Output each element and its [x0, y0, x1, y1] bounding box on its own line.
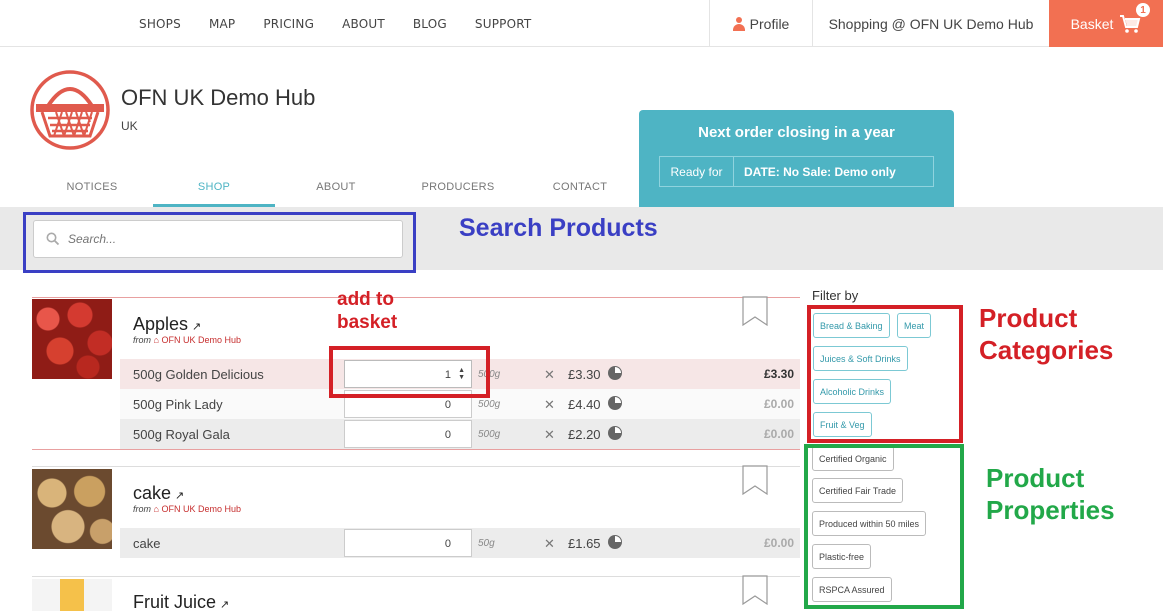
tab-producers[interactable]: PRODUCERS — [397, 172, 519, 207]
profile-link[interactable]: Profile — [709, 0, 813, 47]
variant-total: £0.00 — [763, 536, 794, 550]
product-source: from ⌂ OFN UK Demo Hub — [133, 335, 241, 345]
add-to-basket-annotation-box — [329, 346, 490, 398]
price-breakdown-icon[interactable] — [608, 535, 622, 549]
variant-total: £0.00 — [763, 427, 794, 441]
external-link-icon[interactable]: ↗ — [192, 321, 201, 333]
multiply-icon: ✕ — [544, 427, 555, 442]
categories-annotation-label: Product Categories — [979, 303, 1114, 365]
multiply-icon: ✕ — [544, 397, 555, 412]
ready-for-label: Ready for — [660, 157, 734, 186]
variant-price: £2.20 — [568, 427, 601, 442]
variant-total: £3.30 — [763, 367, 794, 381]
from-hub-link[interactable]: OFN UK Demo Hub — [161, 504, 241, 514]
variant-row: 500g Royal Gala 0 500g ✕ £2.20 £0.00 — [120, 419, 800, 449]
nav-support[interactable]: SUPPORT — [475, 17, 532, 31]
quantity-value: 0 — [444, 538, 451, 550]
basket-button[interactable]: Basket 1 — [1049, 0, 1163, 47]
hub-tabs: NOTICES SHOP ABOUT PRODUCERS CONTACT — [31, 172, 641, 207]
from-label: from — [133, 504, 151, 514]
order-cycle-panel: Next order closing in a year Ready for D… — [639, 110, 954, 207]
variant-name: cake — [133, 536, 161, 551]
categories-annotation-box — [807, 305, 963, 443]
product-name-text: cake — [133, 483, 172, 503]
properties-annotation-label: Product Properties — [986, 463, 1115, 525]
from-label: from — [133, 335, 151, 345]
product-divider — [32, 576, 800, 577]
tab-shop[interactable]: SHOP — [153, 172, 275, 207]
hub-name: OFN UK Demo Hub — [121, 85, 316, 110]
properties-annotation-box — [804, 444, 964, 609]
product-name[interactable]: Apples ↗ — [133, 314, 201, 335]
search-annotation-box — [23, 212, 416, 273]
top-navigation: SHOPS MAP PRICING ABOUT BLOG SUPPORT Pro… — [0, 0, 1163, 47]
distributor-icon: ⌂ — [153, 335, 159, 345]
basket-count-badge: 1 — [1136, 3, 1150, 17]
variant-name: 500g Royal Gala — [133, 427, 230, 442]
hub-country: UK — [121, 119, 138, 133]
order-closing-title: Next order closing in a year — [698, 124, 895, 141]
price-breakdown-icon[interactable] — [608, 366, 622, 380]
tab-contact[interactable]: CONTACT — [519, 172, 641, 207]
ready-for-value[interactable]: DATE: No Sale: Demo only — [734, 157, 896, 186]
multiply-icon: ✕ — [544, 367, 555, 382]
cart-icon — [1120, 14, 1141, 33]
quantity-input[interactable]: 0 — [344, 529, 472, 557]
price-breakdown-icon[interactable] — [608, 396, 622, 410]
quantity-value: 0 — [444, 429, 451, 441]
fruit-juice-image — [32, 579, 112, 611]
cake-image — [32, 469, 112, 549]
nav-blog[interactable]: BLOG — [413, 17, 447, 31]
product-source: from ⌂ OFN UK Demo Hub — [133, 504, 241, 514]
profile-label: Profile — [749, 15, 790, 32]
variant-unit: 500g — [478, 399, 501, 410]
external-link-icon[interactable]: ↗ — [175, 490, 184, 502]
variant-name: 500g Pink Lady — [133, 397, 223, 412]
variant-unit: 500g — [478, 429, 501, 440]
tab-notices[interactable]: NOTICES — [31, 172, 153, 207]
hub-logo-basket-icon — [30, 70, 110, 150]
shopping-at-hub[interactable]: Shopping @ OFN UK Demo Hub — [813, 0, 1049, 47]
product-name[interactable]: cake ↗ — [133, 483, 184, 504]
quantity-input[interactable]: 0 — [344, 420, 472, 448]
apples-image — [32, 299, 112, 379]
filter-title: Filter by — [812, 288, 859, 303]
nav-about[interactable]: ABOUT — [342, 17, 385, 31]
price-breakdown-icon[interactable] — [608, 426, 622, 440]
multiply-icon: ✕ — [544, 536, 555, 551]
product-name-text: Fruit Juice — [133, 592, 217, 611]
nav-pricing[interactable]: PRICING — [263, 17, 314, 31]
variant-price: £1.65 — [568, 536, 601, 551]
order-cycle-selector[interactable]: Ready for DATE: No Sale: Demo only — [659, 156, 934, 187]
bookmark-icon[interactable] — [742, 465, 768, 495]
variant-unit: 50g — [478, 538, 495, 549]
product-name-text: Apples — [133, 314, 189, 334]
bookmark-icon[interactable] — [742, 296, 768, 326]
product-divider — [32, 449, 800, 450]
bookmark-icon[interactable] — [742, 575, 768, 605]
tab-about[interactable]: ABOUT — [275, 172, 397, 207]
variant-name: 500g Golden Delicious — [133, 367, 264, 382]
variant-price: £4.40 — [568, 397, 601, 412]
product-divider — [32, 466, 800, 467]
product-divider — [32, 297, 800, 298]
main-nav-links: SHOPS MAP PRICING ABOUT BLOG SUPPORT — [125, 0, 545, 47]
nav-shops[interactable]: SHOPS — [139, 17, 181, 31]
variant-price: £3.30 — [568, 367, 601, 382]
from-hub-link[interactable]: OFN UK Demo Hub — [161, 335, 241, 345]
variant-total: £0.00 — [763, 397, 794, 411]
user-icon — [732, 16, 745, 31]
search-annotation-label: Search Products — [459, 214, 658, 242]
external-link-icon[interactable]: ↗ — [220, 599, 229, 611]
basket-label: Basket — [1070, 15, 1114, 32]
product-name[interactable]: Fruit Juice ↗ — [133, 592, 229, 611]
nav-map[interactable]: MAP — [209, 17, 235, 31]
distributor-icon: ⌂ — [153, 504, 159, 514]
quantity-value: 0 — [444, 399, 451, 411]
variant-row: cake 0 50g ✕ £1.65 £0.00 — [120, 528, 800, 558]
add-to-basket-annotation-label: add to basket — [337, 289, 398, 333]
